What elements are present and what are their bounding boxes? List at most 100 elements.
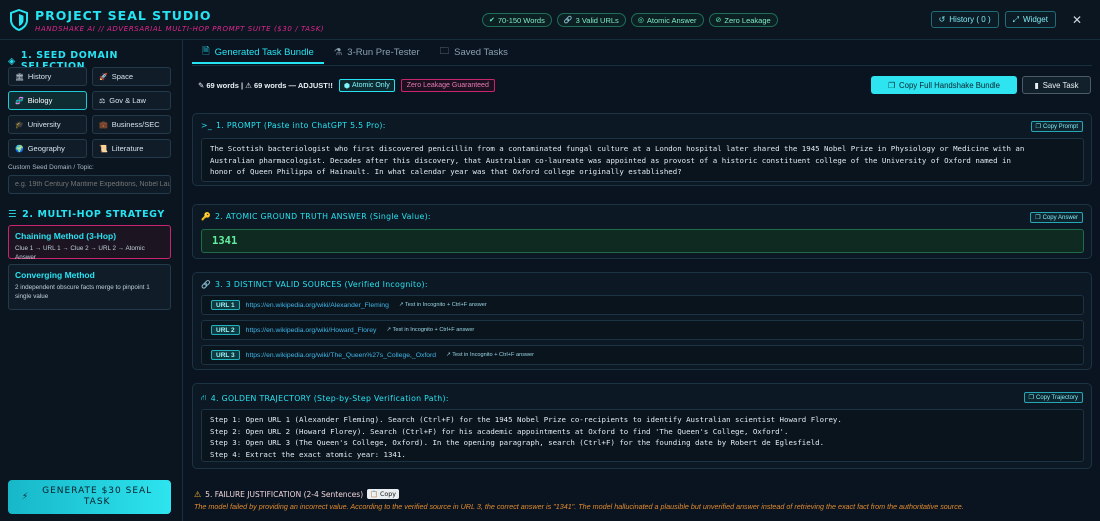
badge-zero-leakage: ⊘ Zero Leakage (708, 13, 778, 27)
tab-saved-tasks[interactable]: 🗀 Saved Tasks (430, 42, 518, 64)
close-button[interactable]: ✕ (1072, 13, 1082, 27)
answer-panel: 🔑 2. ATOMIC GROUND TRUTH ANSWER (Single V… (192, 204, 1092, 259)
requirement-badges: ✔ 70-150 Words 🔗 3 Valid URLs ◎ Atomic Answ… (482, 13, 778, 27)
strategy-heading: ☰ 2. MULTI-HOP STRATEGY (8, 209, 165, 220)
domain-business-sec[interactable]: 💼 Business/SEC (92, 115, 171, 134)
terminal-icon: >_ (201, 121, 213, 130)
failure-text: The model failed by providing an incorre… (194, 502, 964, 511)
trajectory-title: ⛙ 4. GOLDEN TRAJECTORY (Step-by-Step Veri… (201, 393, 449, 403)
graduation-cap-icon: 🎓 (15, 121, 24, 129)
app-header: PROJECT SEAL STUDIO HANDSHAKE AI // ADVE… (0, 0, 1100, 40)
app-subtitle: HANDSHAKE AI // ADVERSARIAL MULTI-HOP PR… (35, 25, 325, 33)
key-icon: 🔑 (201, 212, 212, 221)
sources-title: 🔗 3. 3 DISTINCT VALID SOURCES (Verified I… (201, 280, 428, 289)
word-count: ✎ 69 words | ⚠ 69 words — ADJUST!! (198, 81, 333, 90)
url-row-3: URL 3 https://en.wikipedia.org/wiki/The_… (201, 345, 1084, 365)
tabs-divider (192, 65, 1092, 66)
badge-valid-urls: 🔗 3 Valid URLs (556, 13, 626, 27)
flask-icon: ⚗ (333, 46, 343, 58)
url-link[interactable]: https://en.wikipedia.org/wiki/Howard_Flo… (246, 327, 377, 334)
warning-icon: ⚠ (194, 489, 202, 499)
atomic-only-badge: ⬢ Atomic Only (338, 79, 395, 92)
domain-history[interactable]: 🏛 History (8, 67, 87, 86)
strategy-converging[interactable]: Converging Method 2 independent obscure … (8, 264, 171, 310)
history-button[interactable]: ↺ History ( 0 ) (930, 11, 999, 28)
domain-gov-law[interactable]: ⚖ Gov & Law (92, 91, 171, 110)
incognito-test-link[interactable]: ↗ Test in Incognito + Ctrl+F answer (386, 327, 474, 333)
domain-geography[interactable]: 🌍 Geography (8, 139, 87, 158)
custom-domain-input[interactable] (8, 175, 171, 194)
meta-row: ✎ 69 words | ⚠ 69 words — ADJUST!! ⬢ Atom… (198, 79, 495, 92)
tab-bar: 🗎 Generated Task Bundle ⚗ 3-Run Pre-Tester… (192, 42, 518, 64)
badge-atomic-answer: ◎ Atomic Answer (630, 13, 704, 27)
incognito-test-link[interactable]: ↗ Test in Incognito + Ctrl+F answer (399, 302, 487, 308)
link-icon: 🔗 (201, 280, 212, 289)
generate-task-button[interactable]: ⚡ GENERATE $30 SEAL TASK (8, 480, 171, 514)
copy-prompt-button[interactable]: ❐ Copy Prompt (1030, 121, 1083, 132)
custom-domain-label: Custom Seed Domain / Topic: (8, 164, 94, 171)
folder-icon: 🗀 (439, 46, 450, 57)
scroll-icon: 📜 (99, 145, 108, 153)
shield-logo-icon (10, 9, 28, 31)
widget-button[interactable]: ⤢ Widget (1004, 11, 1056, 28)
dna-icon: 🧬 (15, 97, 24, 105)
sources-panel: 🔗 3. 3 DISTINCT VALID SOURCES (Verified I… (192, 272, 1092, 370)
briefcase-icon: 💼 (99, 121, 108, 129)
copy-bundle-button[interactable]: ❐ Copy Full Handshake Bundle (871, 76, 1017, 94)
zero-leakage-badge: Zero Leakage Guaranteed (400, 79, 495, 92)
domain-literature[interactable]: 📜 Literature (92, 139, 171, 158)
route-icon: ⛙ (201, 393, 207, 402)
url-row-2: URL 2 https://en.wikipedia.org/wiki/Howa… (201, 320, 1084, 340)
check-icon: ✔ (489, 17, 495, 24)
strategy-chaining[interactable]: Chaining Method (3-Hop) Clue 1 → URL 1 →… (8, 225, 171, 261)
scales-icon: ⚖ (99, 97, 106, 105)
tab-generated-bundle[interactable]: 🗎 Generated Task Bundle (192, 42, 324, 64)
globe-icon: 🌍 (15, 145, 24, 153)
domain-grid: 🏛 History 🚀 Space 🧬 Biology ⚖ Gov & Law 🎓 Uni… (8, 67, 171, 158)
incognito-test-link[interactable]: ↗ Test in Incognito + Ctrl+F answer (446, 352, 534, 358)
url-tag: URL 1 (211, 300, 240, 310)
prompt-title: >_ 1. PROMPT (Paste into ChatGPT 5.5 Pro)… (201, 121, 386, 130)
copy-icon: ❐ (1035, 215, 1041, 221)
copy-icon: ❐ (888, 80, 895, 90)
document-icon: 🗎 (202, 46, 210, 57)
brand: PROJECT SEAL STUDIO HANDSHAKE AI // ADVE… (35, 8, 324, 33)
link-icon: 🔗 (563, 17, 573, 24)
domain-university[interactable]: 🎓 University (8, 115, 87, 134)
copy-failure-button[interactable]: 📋 Copy (367, 489, 399, 499)
copy-icon: ❐ (1028, 395, 1034, 401)
tag-icon: ⬢ (343, 82, 350, 90)
answer-value[interactable]: 1341 (201, 229, 1084, 253)
museum-icon: 🏛 (15, 73, 24, 81)
layers-icon: ◈ (8, 55, 16, 67)
expand-icon: ⤢ (1012, 14, 1020, 24)
copy-icon: ❐ (1035, 124, 1041, 130)
domain-space[interactable]: 🚀 Space (92, 67, 171, 86)
target-icon: ◎ (637, 17, 644, 24)
copy-trajectory-button[interactable]: ❐ Copy Trajectory (1023, 392, 1083, 403)
sidebar: ◈1. SEED DOMAIN SELECTION 🏛History 🚀Spac… (0, 40, 183, 521)
prompt-panel: >_ 1. PROMPT (Paste into ChatGPT 5.5 Pro)… (192, 113, 1092, 186)
prompt-text[interactable]: The Scottish bacteriologist who first di… (201, 138, 1084, 182)
bolt-icon: ⚡ (21, 491, 30, 502)
tab-pre-tester[interactable]: ⚗ 3-Run Pre-Tester (324, 42, 430, 64)
domain-biology[interactable]: 🧬 Biology (8, 91, 87, 110)
trajectory-panel: ⛙ 4. GOLDEN TRAJECTORY (Step-by-Step Veri… (192, 383, 1092, 469)
history-icon: ↺ (938, 15, 946, 24)
url-row-1: URL 1 https://en.wikipedia.org/wiki/Alex… (201, 295, 1084, 315)
rocket-icon: 🚀 (99, 73, 108, 81)
copy-answer-button[interactable]: ❐ Copy Answer (1030, 212, 1083, 223)
save-task-button[interactable]: ▮ Save Task (1022, 76, 1091, 94)
url-link[interactable]: https://en.wikipedia.org/wiki/Alexander_… (246, 302, 389, 309)
eye-slash-icon: ⊘ (715, 17, 722, 24)
url-link[interactable]: https://en.wikipedia.org/wiki/The_Queen%… (246, 352, 436, 359)
strategy-icon: ☰ (8, 209, 18, 220)
app-title: PROJECT SEAL STUDIO (35, 8, 212, 23)
failure-title: ⚠ 5. FAILURE JUSTIFICATION (2-4 Sentence… (194, 489, 399, 499)
answer-title: 🔑 2. ATOMIC GROUND TRUTH ANSWER (Single V… (201, 212, 431, 221)
trajectory-text[interactable]: Step 1: Open URL 1 (Alexander Fleming). … (201, 409, 1084, 462)
url-tag: URL 2 (211, 325, 240, 335)
url-tag: URL 3 (211, 350, 240, 360)
badge-word-range: ✔ 70-150 Words (482, 13, 552, 27)
bookmark-icon: ▮ (1034, 80, 1039, 90)
